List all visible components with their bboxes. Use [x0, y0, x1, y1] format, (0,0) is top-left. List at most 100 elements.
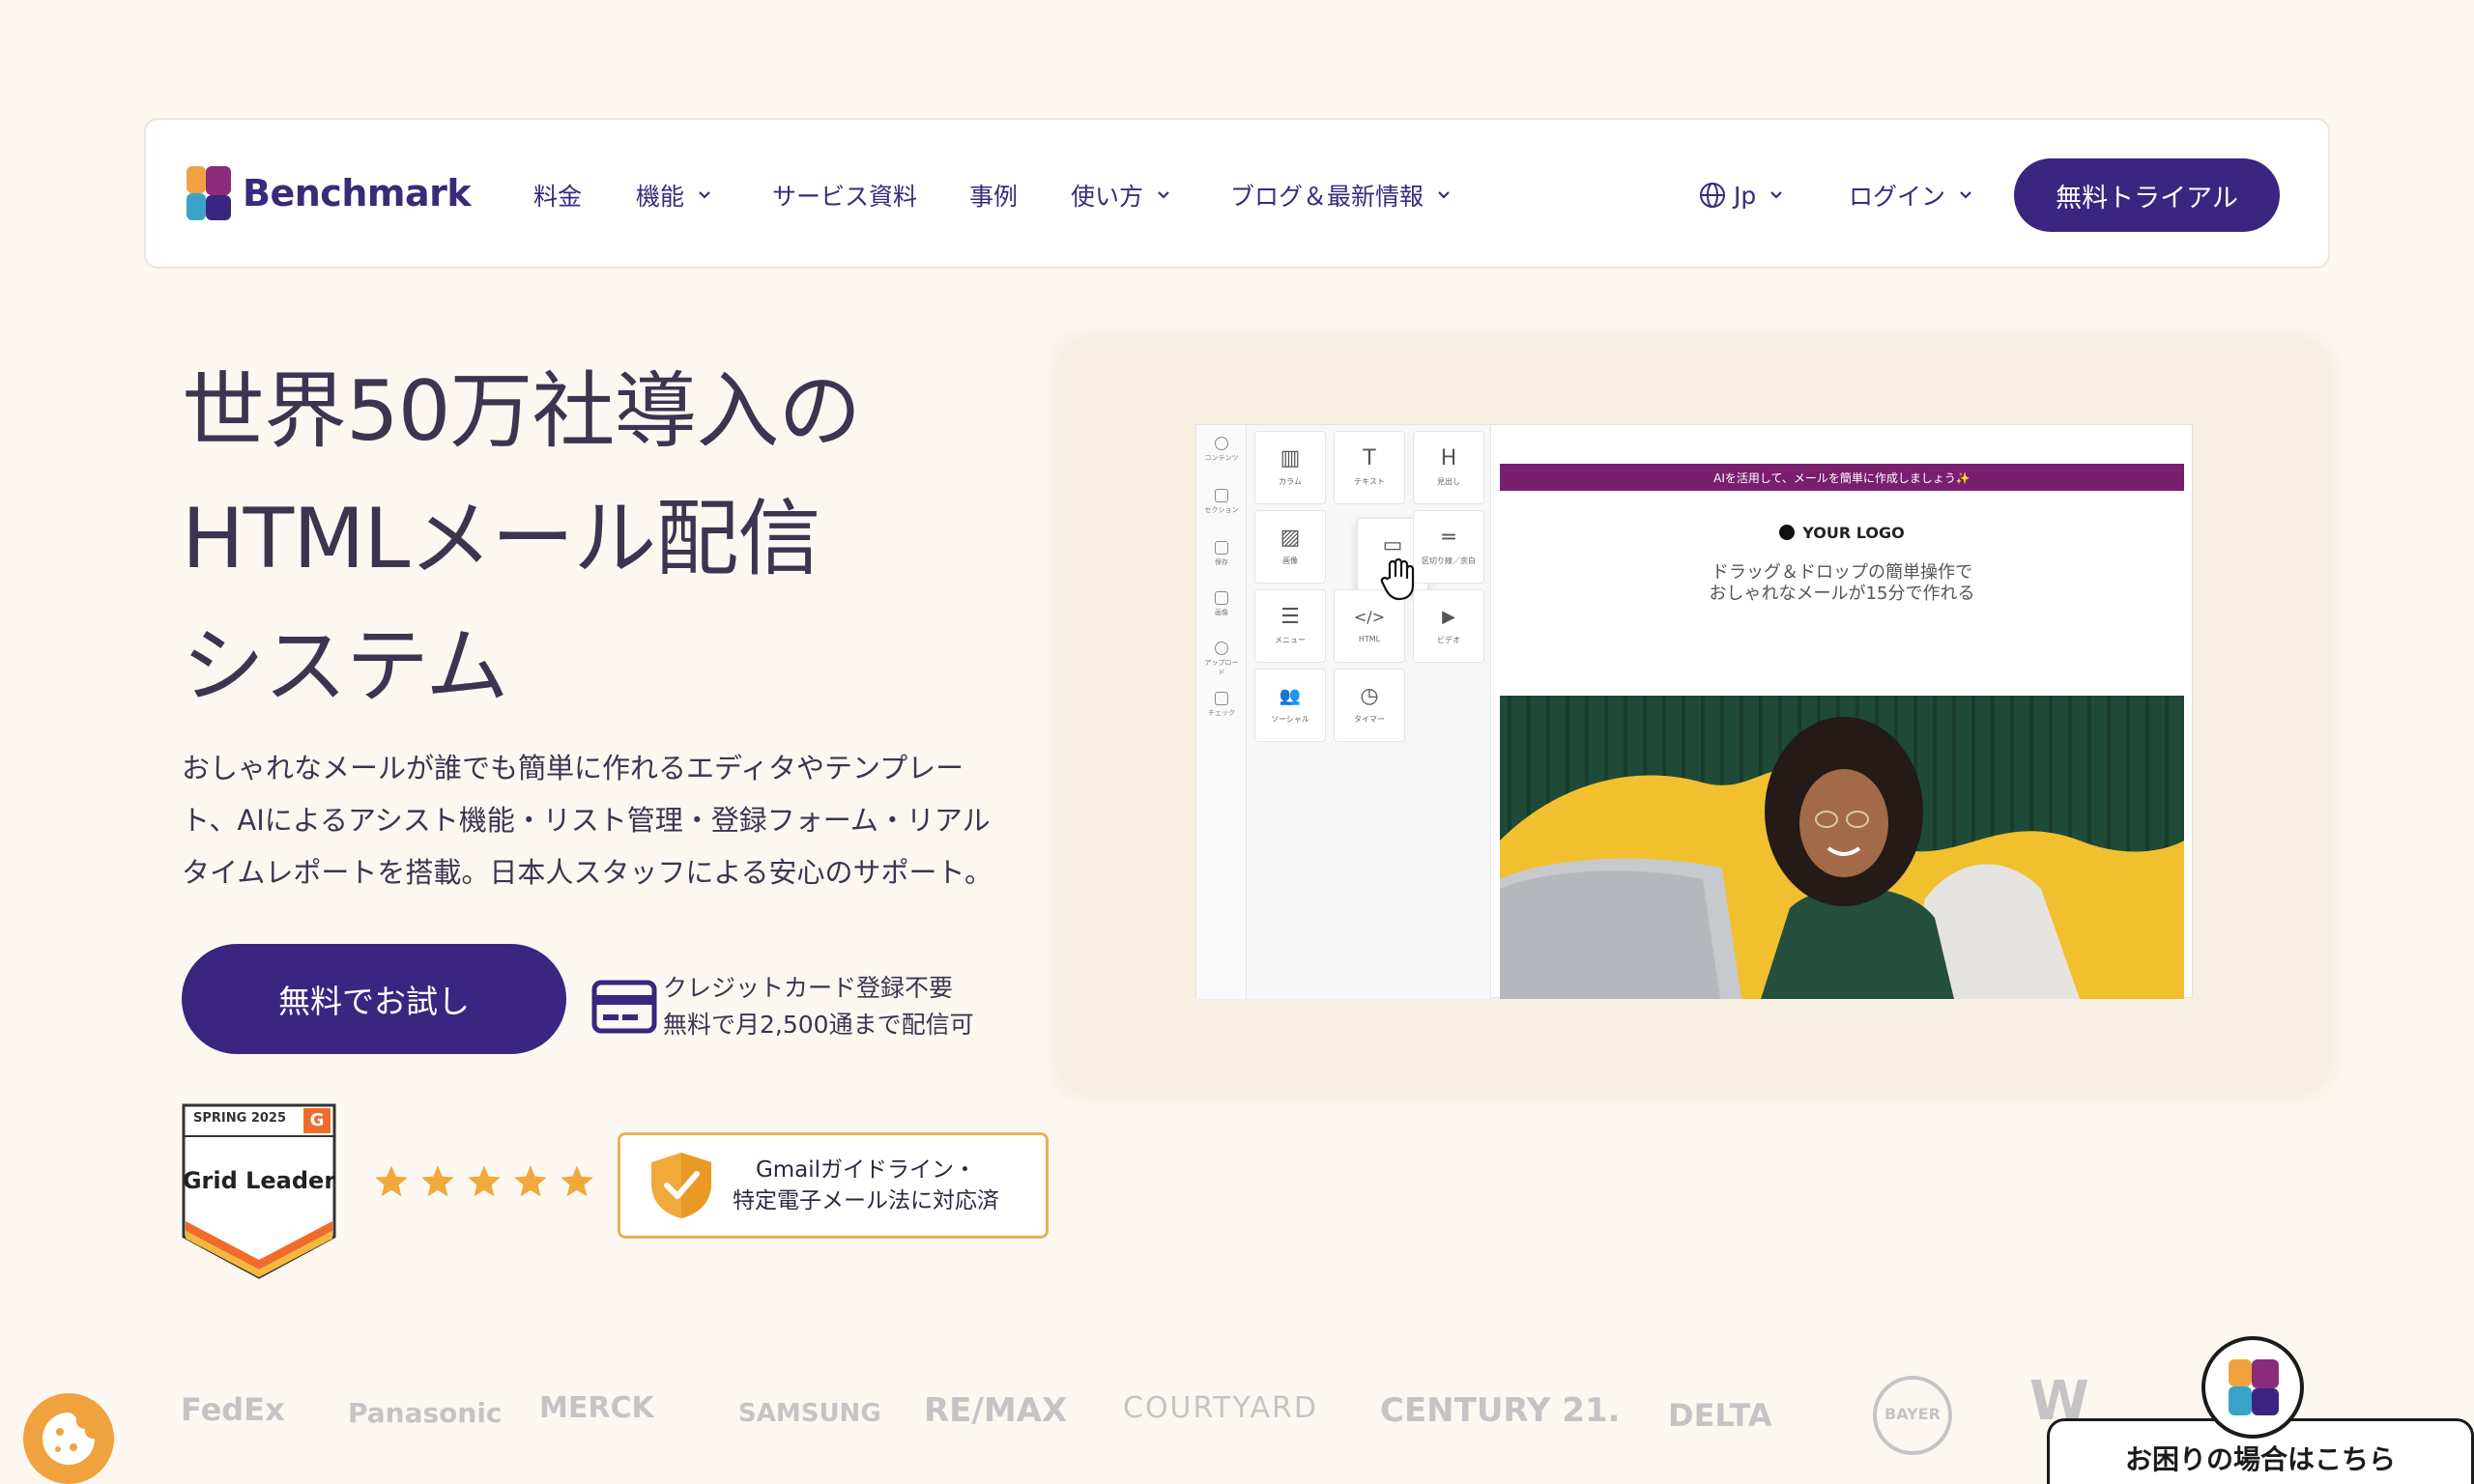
brand-fedex: FedEx — [181, 1391, 285, 1428]
rail-upload-icon: アップロード — [1204, 642, 1239, 677]
benchmark-logo[interactable]: Benchmark — [187, 166, 472, 220]
g2-season-label: SPRING 2025 — [193, 1111, 286, 1126]
social-icon: 👥 — [1279, 686, 1302, 706]
nav-features-label: 機能 — [636, 183, 685, 211]
block-timer[interactable]: ◷ タイマー — [1334, 669, 1405, 742]
credit-card-note: クレジットカード登録不要 無料で月2,500通まで配信可 — [663, 970, 974, 1043]
rail-image-icon: 画像 — [1204, 591, 1239, 617]
nav-pricing[interactable]: 料金 — [533, 176, 582, 214]
help-chat-label: お困りの場合はこちら — [2124, 1443, 2396, 1475]
block-heading[interactable]: H 見出し — [1413, 431, 1484, 504]
nav-how-to-label: 使い方 — [1071, 183, 1144, 211]
hero-description-line: おしゃれなメールが誰でも簡単に作れるエディタやテンプレー — [182, 752, 964, 785]
email-editor-mockup: コンテンツ セクション 保存 画像 アップロード チェック ▥ カラム T テキスト… — [1195, 424, 2193, 999]
hero-title-line: HTMLメール配信 — [182, 491, 820, 587]
help-chat-avatar-icon[interactable] — [2201, 1336, 2304, 1439]
brand-century21: CENTURY 21. — [1380, 1391, 1621, 1430]
hand-cursor-icon — [1380, 557, 1417, 601]
nav-case-studies[interactable]: 事例 — [969, 176, 1018, 214]
free-try-button[interactable]: 無料でお試し — [182, 944, 566, 1054]
hero-description: おしゃれなメールが誰でも簡単に作れるエディタやテンプレー ト、AIによるアシスト… — [182, 742, 1032, 899]
text-icon: T — [1363, 446, 1376, 471]
gmail-compliance-badge: Gmailガイドライン・ 特定電子メール法に対応済 — [618, 1132, 1049, 1239]
free-trial-button[interactable]: 無料トライアル — [2014, 158, 2280, 232]
menu-icon: ☰ — [1280, 605, 1300, 629]
block-label: テキスト — [1354, 477, 1385, 486]
your-logo-text: YOUR LOGO — [1802, 524, 1905, 542]
language-selector[interactable]: Jp — [1699, 176, 1783, 214]
login-label: ログイン — [1849, 183, 1946, 211]
credit-card-icon — [591, 980, 657, 1034]
ai-banner: AIを活用して、メールを簡単に作成しましょう✨ — [1500, 464, 2184, 491]
nav-blog-news-label: ブログ＆最新情報 — [1230, 183, 1424, 211]
language-label: Jp — [1734, 181, 1757, 210]
g2-title: Grid Leader — [182, 1167, 336, 1194]
gmail-line: 特定電子メール法に対応済 — [733, 1188, 999, 1213]
block-video[interactable]: ▶ ビデオ — [1413, 589, 1484, 663]
logo-dot-icon — [1779, 525, 1796, 540]
rail-save-icon: 保存 — [1204, 541, 1239, 567]
hero-title-line: 世界50万社導入の — [182, 363, 861, 460]
divider-icon: ═ — [1442, 526, 1455, 550]
chevron-down-icon — [698, 188, 711, 202]
brand-remax: RE/MAX — [924, 1391, 1068, 1430]
play-icon: ▶ — [1442, 607, 1455, 627]
heading-icon: H — [1440, 446, 1457, 471]
email-preview-canvas: AIを活用して、メールを簡単に作成しましょう✨ YOUR LOGO ドラッグ＆ド… — [1500, 464, 2184, 999]
preview-copy: ドラッグ＆ドロップの簡単操作で おしゃれなメールが15分で作れる — [1500, 562, 2184, 605]
block-label: ビデオ — [1437, 636, 1460, 644]
rail-section-icon: セクション — [1204, 489, 1239, 515]
brand-delta: DELTA — [1668, 1397, 1772, 1434]
star-icon — [561, 1165, 593, 1197]
hero-title-line: システム — [182, 618, 508, 715]
block-label: メニュー — [1275, 636, 1306, 644]
block-label: タイマー — [1354, 715, 1385, 724]
preview-copy-line: おしゃれなメールが15分で作れる — [1709, 584, 1975, 604]
nav-service-docs[interactable]: サービス資料 — [772, 176, 917, 214]
hero-title: 世界50万社導入の HTMLメール配信 システム — [182, 348, 1051, 730]
block-social[interactable]: 👥 ソーシャル — [1254, 669, 1326, 742]
hero-description-line: ト、AIによるアシスト機能・リスト管理・登録フォーム・リアル — [182, 804, 991, 837]
columns-icon: ▥ — [1280, 446, 1301, 471]
star-icon — [514, 1165, 547, 1197]
brand-courtyard: COURTYARD — [1123, 1391, 1318, 1425]
editor-side-rail: コンテンツ セクション 保存 画像 アップロード チェック — [1196, 425, 1247, 999]
block-text[interactable]: T テキスト — [1334, 431, 1405, 504]
nav-case-studies-label: 事例 — [969, 183, 1019, 211]
clock-icon: ◷ — [1360, 684, 1379, 708]
top-navbar: Benchmark 料金 機能 サービス資料 事例 使い方 ブログ＆最新情報 J… — [144, 118, 2330, 269]
chevron-down-icon — [1959, 188, 1972, 202]
globe-icon — [1699, 182, 1726, 209]
preview-copy-line: ドラッグ＆ドロップの簡単操作で — [1712, 562, 1972, 583]
g2-logo-icon: G — [309, 1110, 325, 1130]
image-icon: ▨ — [1280, 526, 1301, 550]
logo-text: Benchmark — [243, 172, 472, 214]
block-label: 見出し — [1437, 477, 1460, 486]
nav-service-docs-label: サービス資料 — [772, 183, 918, 211]
block-image[interactable]: ▨ 画像 — [1254, 510, 1326, 584]
nav-pricing-label: 料金 — [533, 183, 583, 211]
star-icon — [468, 1165, 501, 1197]
hero-description-line: タイムレポートを搭載。日本人スタッフによる安心のサポート。 — [182, 856, 992, 889]
block-menu[interactable]: ☰ メニュー — [1254, 589, 1326, 663]
nav-how-to[interactable]: 使い方 — [1071, 176, 1170, 214]
hero-photo — [1500, 696, 2184, 999]
shield-check-icon — [649, 1151, 713, 1220]
login-menu[interactable]: ログイン — [1849, 176, 1972, 214]
chevron-down-icon — [1437, 188, 1451, 202]
block-divider[interactable]: ═ 区切り線／余白 — [1413, 510, 1484, 584]
brand-bayer: BAYER — [1873, 1376, 1952, 1455]
block-label: ソーシャル — [1271, 715, 1309, 724]
note-line: クレジットカード登録不要 — [663, 974, 954, 1002]
note-line: 無料で月2,500通まで配信可 — [663, 1011, 974, 1039]
block-label: カラム — [1279, 477, 1302, 486]
nav-features[interactable]: 機能 — [636, 176, 711, 214]
rail-check-icon: チェック — [1204, 692, 1239, 718]
block-column[interactable]: ▥ カラム — [1254, 431, 1326, 504]
cookie-icon — [43, 1413, 95, 1465]
brand-samsung: SAMSUNG — [738, 1399, 881, 1428]
rating-stars — [373, 1163, 595, 1200]
cookie-settings-button[interactable] — [23, 1393, 114, 1484]
brand-merck: MERCK — [539, 1391, 654, 1425]
nav-blog-news[interactable]: ブログ＆最新情報 — [1230, 176, 1451, 214]
